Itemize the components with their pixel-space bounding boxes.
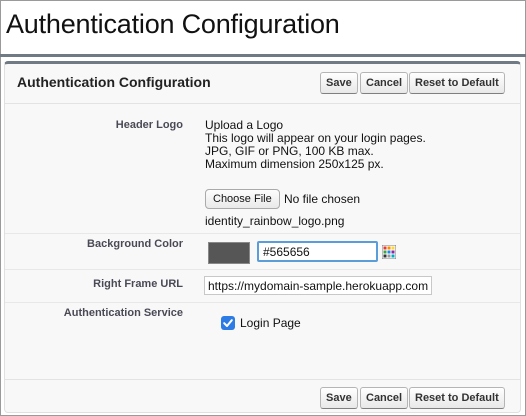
background-color-input[interactable] bbox=[257, 241, 378, 262]
row-divider bbox=[5, 302, 520, 303]
cancel-button-bottom[interactable]: Cancel bbox=[360, 387, 409, 409]
panel-title: Authentication Configuration bbox=[17, 74, 211, 90]
authentication-service-label: Authentication Service bbox=[63, 307, 183, 319]
current-logo-filename: identity_rainbow_logo.png bbox=[205, 214, 345, 228]
cancel-button-top[interactable]: Cancel bbox=[360, 72, 409, 94]
reset-to-default-button-bottom[interactable]: Reset to Default bbox=[409, 387, 505, 409]
checkmark-icon bbox=[223, 319, 233, 327]
panel-header: Authentication Configuration Save Cancel… bbox=[5, 64, 520, 104]
login-page-label: Login Page bbox=[240, 316, 301, 330]
row-divider bbox=[5, 269, 520, 270]
palette-grid-icon[interactable] bbox=[382, 245, 396, 259]
header-logo-label: Header Logo bbox=[115, 119, 183, 131]
config-panel: Authentication Configuration Save Cancel… bbox=[4, 61, 521, 413]
no-file-chosen-text: No file chosen bbox=[284, 192, 361, 206]
login-page-checkbox[interactable] bbox=[221, 316, 235, 330]
background-color-label: Background Color bbox=[87, 238, 183, 250]
save-button-bottom[interactable]: Save bbox=[320, 387, 358, 409]
row-divider bbox=[5, 233, 520, 234]
page-title: Authentication Configuration bbox=[6, 9, 340, 39]
title-divider bbox=[0, 54, 526, 57]
right-frame-url-input[interactable] bbox=[204, 276, 432, 295]
save-button-top[interactable]: Save bbox=[320, 72, 358, 94]
upload-instructions: Upload a Logo This logo will appear on y… bbox=[205, 119, 426, 171]
right-frame-url-label: Right Frame URL bbox=[93, 278, 183, 290]
upload-dimension: Maximum dimension 250x125 px. bbox=[205, 157, 384, 171]
color-swatch[interactable] bbox=[208, 242, 250, 264]
reset-to-default-button-top[interactable]: Reset to Default bbox=[409, 72, 505, 94]
choose-file-button[interactable]: Choose File bbox=[205, 189, 280, 209]
footer-divider bbox=[5, 379, 520, 380]
